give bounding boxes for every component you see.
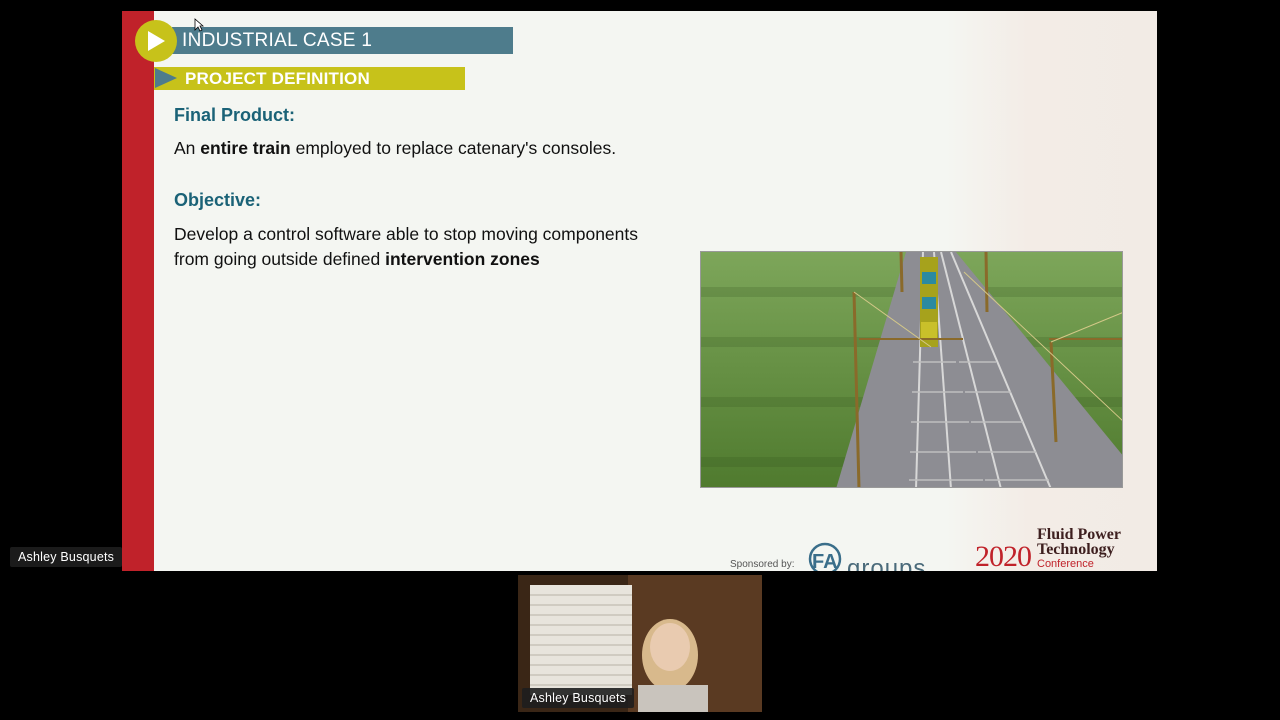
final-product-text-bold: entire train	[200, 138, 291, 158]
conference-logo: 2020 Fluid Power Technology Conference	[975, 518, 1155, 571]
section-arrow-icon	[155, 68, 177, 88]
presentation-slide: INDUSTRIAL CASE 1 PROJECT DEFINITION Fin…	[122, 11, 1157, 571]
conference-name-line-3: Conference	[1037, 558, 1094, 570]
final-product-heading: Final Product:	[174, 105, 295, 125]
participant-video-tile[interactable]: Ashley Busquets	[518, 575, 762, 712]
objective-line-2: from going outside defined intervention …	[174, 247, 638, 272]
objective-line-2-start: from going outside defined	[174, 249, 386, 269]
conference-name-line-2: Technology	[1037, 541, 1115, 558]
slide-title: INDUSTRIAL CASE 1	[182, 30, 373, 51]
objective-line-2-bold: intervention zones	[385, 249, 540, 269]
slide-side-bar	[122, 11, 154, 571]
slide-title-bar: INDUSTRIAL CASE 1	[172, 27, 513, 54]
objective-line-1: Develop a control software able to stop …	[174, 224, 639, 244]
objective-text: Develop a control software able to stop …	[174, 222, 638, 272]
sponsor-logo-text: groups	[847, 555, 927, 571]
final-product-text: An entire train employed to replace cate…	[174, 136, 616, 161]
play-icon	[135, 20, 177, 62]
presenter-name-tag: Ashley Busquets	[10, 547, 123, 567]
sponsor-logo: FA groups	[807, 539, 937, 571]
svg-text:FA: FA	[812, 551, 838, 571]
final-product-text-start: An	[174, 138, 201, 158]
section-header-bar: PROJECT DEFINITION	[154, 67, 465, 90]
section-title: PROJECT DEFINITION	[185, 69, 370, 88]
mouse-cursor-icon	[194, 18, 205, 37]
final-product-text-end: employed to replace catenary's consoles.	[290, 138, 617, 158]
sponsor-label: Sponsored by:	[730, 559, 795, 570]
train-simulation-image	[700, 251, 1123, 488]
video-tile-name-tag: Ashley Busquets	[522, 688, 635, 708]
conference-year: 2020	[975, 540, 1032, 571]
objective-heading: Objective:	[174, 190, 262, 210]
